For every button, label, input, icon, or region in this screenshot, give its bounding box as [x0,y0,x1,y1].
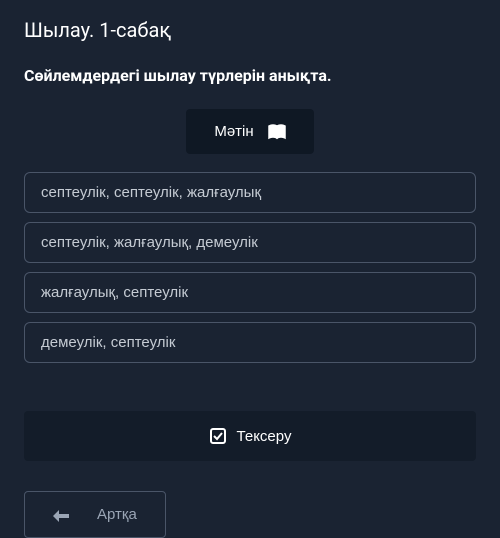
back-button[interactable]: Артқа [24,491,166,538]
options-list: септеулік, септеулік, жалғаулық септеулі… [24,172,476,363]
arrow-left-icon [53,509,69,521]
check-button[interactable]: Тексеру [24,411,476,461]
book-icon [268,124,286,140]
option-item[interactable]: жалғаулық, септеулік [24,272,476,313]
check-icon [209,427,227,445]
instruction-text: Сөйлемдердегі шылау түрлерін анықта. [24,66,476,85]
text-button[interactable]: Мәтін [186,109,313,154]
back-button-label: Артқа [97,506,137,523]
check-button-label: Тексеру [237,428,292,445]
page-title: Шылау. 1-сабақ [24,0,476,66]
option-item[interactable]: септеулік, жалғаулық, демеулік [24,222,476,263]
text-button-label: Мәтін [214,123,253,140]
option-item[interactable]: септеулік, септеулік, жалғаулық [24,172,476,213]
option-item[interactable]: демеулік, септеулік [24,322,476,363]
